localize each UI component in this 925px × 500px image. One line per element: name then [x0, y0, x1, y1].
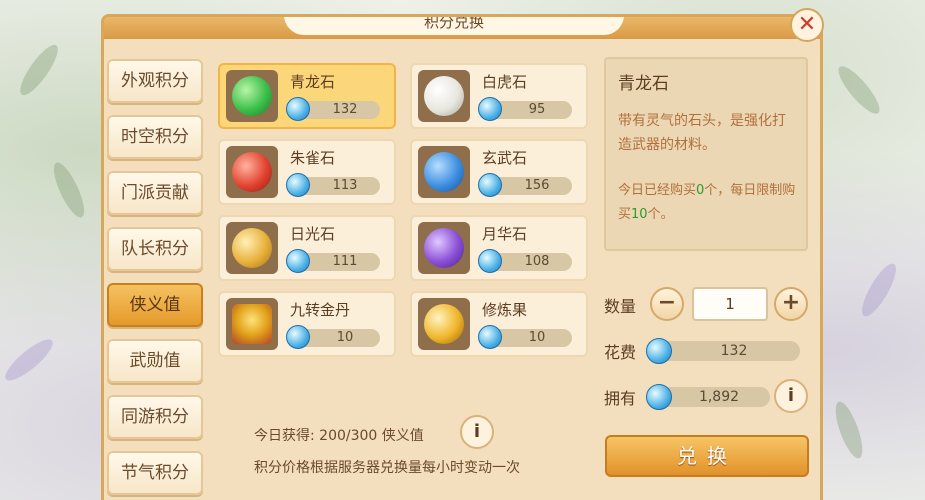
jade-coin-icon: [478, 249, 502, 273]
cost-value: 132: [646, 338, 800, 364]
jade-coin-icon: [478, 97, 502, 121]
owned-info-button[interactable]: i: [774, 379, 808, 413]
quantity-label: 数量: [604, 297, 637, 316]
cost-label: 花费: [604, 343, 637, 362]
item-icon-frame: [418, 70, 470, 122]
owned-amount: 1,892: [698, 389, 740, 405]
owned-label: 拥有: [604, 389, 637, 408]
daily-earned: 今日获得: 200/300 侠义值: [254, 428, 424, 444]
green-dragon-stone-icon: [232, 76, 272, 116]
item-icon-frame: [226, 146, 278, 198]
leaf-decoration: [856, 259, 902, 321]
item-price: 95: [478, 97, 572, 121]
item-price: 113: [286, 173, 380, 197]
jade-coin-icon: [286, 97, 310, 121]
item-detail-panel: 青龙石 带有灵气的石头，是强化打造武器的材料。 今日已经购买0个，每日限制购买1…: [604, 57, 808, 251]
item-icon-frame: [226, 222, 278, 274]
golden-elixir-icon: [232, 304, 272, 344]
detail-item-name: 青龙石: [618, 74, 669, 94]
item-card[interactable]: 朱雀石 113: [218, 139, 396, 205]
vermilion-bird-stone-icon: [232, 152, 272, 192]
item-name: 日光石: [290, 225, 336, 243]
cultivation-fruit-icon: [424, 304, 464, 344]
jade-coin-icon: [646, 384, 672, 410]
item-icon-frame: [418, 298, 470, 350]
item-card[interactable]: 白虎石 95: [410, 63, 588, 129]
white-tiger-stone-icon: [424, 76, 464, 116]
limit-max: 10: [631, 207, 648, 222]
sidebar-item-sect-contribution[interactable]: 门派贡献: [107, 171, 203, 215]
exchange-panel: 积分兑换 外观积分 时空积分 门派贡献 队长积分 侠义值 武勋值 同游积分 节气…: [101, 14, 823, 500]
item-icon-frame: [226, 298, 278, 350]
item-price: 10: [286, 325, 380, 349]
item-price: 111: [286, 249, 380, 273]
increase-button[interactable]: +: [774, 287, 808, 321]
item-card[interactable]: 九转金丹 10: [218, 291, 396, 357]
jade-coin-icon: [286, 249, 310, 273]
detail-description: 带有灵气的石头，是强化打造武器的材料。: [618, 113, 786, 153]
daily-info-button[interactable]: i: [460, 415, 494, 449]
window-title: 积分兑换: [284, 17, 624, 35]
black-tortoise-stone-icon: [424, 152, 464, 192]
leaf-decoration: [48, 159, 90, 221]
sidebar-item-chivalry[interactable]: 侠义值: [107, 283, 203, 327]
item-card[interactable]: 玄武石 156: [410, 139, 588, 205]
sidebar-item-spacetime-points[interactable]: 时空积分: [107, 115, 203, 159]
item-price-value: 132: [332, 102, 358, 117]
jade-coin-icon: [646, 338, 672, 364]
leaf-decoration: [830, 398, 868, 462]
item-price: 156: [478, 173, 572, 197]
item-price-value: 95: [528, 102, 546, 117]
item-icon-frame: [226, 70, 278, 122]
item-price: 132: [286, 97, 380, 121]
item-icon-frame: [418, 146, 470, 198]
item-name: 九转金丹: [290, 301, 351, 319]
item-name: 朱雀石: [290, 149, 336, 167]
item-price-value: 156: [524, 178, 550, 193]
sidebar-item-merit[interactable]: 武勋值: [107, 339, 203, 383]
close-icon[interactable]: ✕: [790, 8, 824, 42]
limit-suffix: 个。: [647, 207, 674, 222]
jade-coin-icon: [286, 325, 310, 349]
jade-coin-icon: [478, 325, 502, 349]
item-price-value: 111: [332, 254, 358, 269]
jade-coin-icon: [478, 173, 502, 197]
jade-coin-icon: [286, 173, 310, 197]
sidebar-item-appearance-points[interactable]: 外观积分: [107, 59, 203, 103]
item-price: 10: [478, 325, 572, 349]
item-name: 修炼果: [482, 301, 528, 319]
item-card[interactable]: 日光石 111: [218, 215, 396, 281]
item-price-value: 108: [524, 254, 550, 269]
leaf-decoration: [832, 61, 886, 119]
item-grid: 青龙石 132 白虎石 95 朱雀石 113 玄武石 156 日光石 111 月…: [218, 57, 598, 357]
sidebar-item-companion-points[interactable]: 同游积分: [107, 395, 203, 439]
limit-prefix: 今日已经购买: [618, 183, 697, 198]
item-price-value: 10: [336, 330, 354, 345]
item-name: 白虎石: [482, 73, 528, 91]
exchange-button[interactable]: 兑换: [605, 435, 809, 477]
leaf-decoration: [14, 40, 64, 100]
item-card[interactable]: 修炼果 10: [410, 291, 588, 357]
detail-purchase-limit: 今日已经购买0个，每日限制购买10个。: [618, 179, 802, 227]
price-note: 积分价格根据服务器兑换量每小时变动一次: [254, 460, 520, 476]
sidebar-item-captain-points[interactable]: 队长积分: [107, 227, 203, 271]
item-card[interactable]: 青龙石 132: [218, 63, 396, 129]
sidebar-item-festival-points[interactable]: 节气积分: [107, 451, 203, 495]
item-name: 玄武石: [482, 149, 528, 167]
decrease-button[interactable]: −: [650, 287, 684, 321]
item-price: 108: [478, 249, 572, 273]
item-name: 月华石: [482, 225, 528, 243]
quantity-input[interactable]: 1: [692, 287, 768, 321]
item-price-value: 10: [528, 330, 546, 345]
item-price-value: 113: [332, 178, 358, 193]
item-card[interactable]: 月华石 108: [410, 215, 588, 281]
sunlight-stone-icon: [232, 228, 272, 268]
leaf-decoration: [0, 333, 58, 387]
owned-value: 1,892: [646, 384, 770, 410]
cost-amount: 132: [720, 343, 748, 359]
item-icon-frame: [418, 222, 470, 274]
item-name: 青龙石: [290, 73, 336, 91]
moonlight-stone-icon: [424, 228, 464, 268]
